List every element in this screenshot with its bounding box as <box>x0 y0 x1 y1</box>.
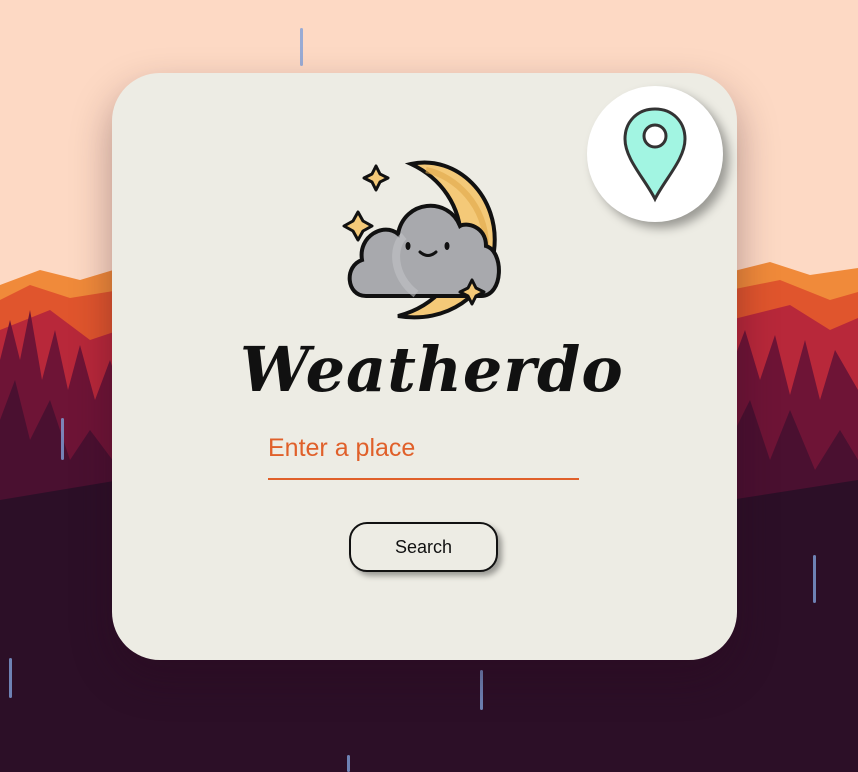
location-button[interactable] <box>587 86 723 222</box>
app-title: Weatherdo <box>240 333 624 406</box>
cloud-moon-icon <box>342 160 501 320</box>
place-input[interactable] <box>268 418 579 480</box>
rain-drop <box>347 755 350 772</box>
search-button[interactable]: Search <box>349 522 498 572</box>
rain-drop <box>300 28 303 66</box>
rain-drop <box>813 555 816 603</box>
rain-drop <box>61 418 64 460</box>
rain-drop <box>480 670 483 710</box>
location-pin-icon <box>623 107 687 203</box>
pin-body <box>623 107 687 203</box>
rain-drop <box>9 658 12 698</box>
